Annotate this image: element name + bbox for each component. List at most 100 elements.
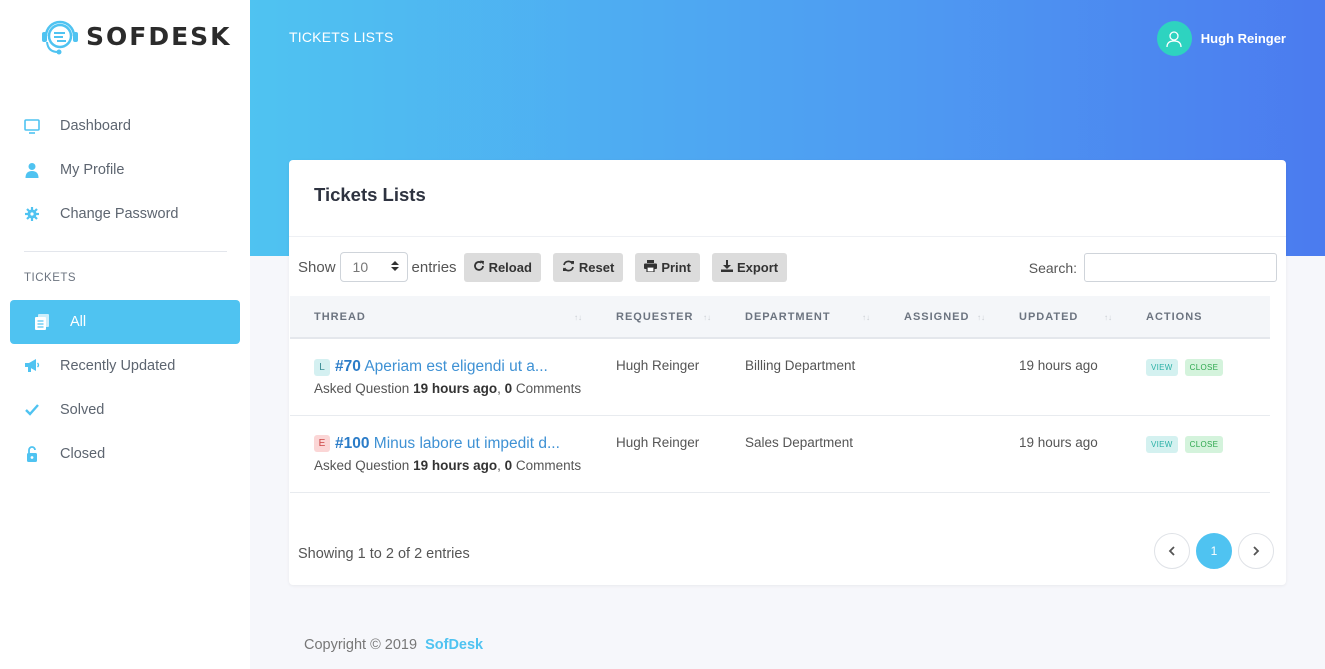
card-title: Tickets Lists [314,184,426,205]
brand-name: SOFDESK [86,21,232,51]
column-header-department[interactable]: DEPARTMENT ↑↓ [721,296,880,339]
updown-icon [390,259,399,275]
actions-cell: VIEW CLOSE [1122,338,1270,416]
nav-label: Dashboard [60,118,131,134]
nav-label: Closed [60,446,106,462]
tickets-card: Tickets Lists Show 10 entries Reload Res… [289,160,1286,585]
requester-cell: Hugh Reinger [592,415,721,493]
nav-label: Recently Updated [60,358,176,374]
print-button[interactable]: Print [635,252,700,282]
search-label: Search: [1028,259,1077,276]
sort-icon: ↑↓ [977,313,985,322]
card-divider [289,236,1286,237]
avatar [1156,21,1192,56]
user-icon [24,162,40,178]
user-menu[interactable]: Hugh Reinger [1156,21,1286,56]
actions-cell: VIEW CLOSE [1122,415,1270,493]
thread-cell: L #70 Aperiam est eligendi ut a... Asked… [290,338,592,416]
ticket-link[interactable]: #100 Minus labore ut impedit d... [335,435,560,453]
assigned-cell [880,415,995,493]
ticket-letter-badge: L [314,358,330,376]
sort-icon: ↑↓ [862,313,870,322]
download-icon [720,259,733,275]
assigned-cell [880,338,995,416]
nav-item-my-profile[interactable]: My Profile [0,148,250,192]
ticket-meta: Asked Question 19 hours ago, 0 Comments [314,457,582,473]
column-header-thread[interactable]: THREAD ↑↓ [290,296,592,339]
close-button[interactable]: CLOSE [1184,359,1224,376]
user-name: Hugh Reinger [1200,31,1286,46]
entries-label: entries [411,258,457,276]
nav-label: Change Password [60,206,179,222]
sort-icon: ↑↓ [703,313,711,322]
column-header-actions: ACTIONS [1122,296,1270,339]
export-button[interactable]: Export [711,252,788,282]
sort-icon: ↑↓ [1104,313,1112,322]
footer-brand-link[interactable]: SofDesk [425,637,483,653]
column-header-requester[interactable]: REQUESTER ↑↓ [592,296,721,339]
copyright-text: Copyright © 2019 [304,637,418,653]
requester-cell: Hugh Reinger [592,338,721,416]
check-icon [24,402,40,418]
pagination-info: Showing 1 to 2 of 2 entries [298,546,470,562]
pagination: 1 [1148,533,1274,569]
column-header-assigned[interactable]: ASSIGNED ↑↓ [880,296,995,339]
previous-page-button[interactable] [1154,533,1190,569]
updated-cell: 19 hours ago [995,338,1122,416]
nav-item-change-password[interactable]: Change Password [0,192,250,236]
tickets-table: THREAD ↑↓ REQUESTER ↑↓ DEPARTMENT ↑↓ ASSIGN… [290,296,1270,493]
reset-button[interactable]: Reset [552,252,624,282]
reload-icon [473,259,485,275]
gear-icon [24,206,40,222]
nav-label: All [70,314,87,330]
nav-section-title: TICKETS [24,272,77,284]
view-button[interactable]: VIEW [1146,359,1178,376]
updated-cell: 19 hours ago [995,415,1122,493]
nav-item-recently-updated[interactable]: Recently Updated [0,344,250,388]
logo[interactable]: SOFDESK [38,14,232,58]
nav-item-all[interactable]: All [10,300,240,344]
page-title: TICKETS LISTS [289,29,394,45]
search-input[interactable] [1084,253,1277,282]
nav-item-solved[interactable]: Solved [0,388,250,432]
headset-logo-icon [38,14,82,58]
ticket-meta: Asked Question 19 hours ago, 0 Comments [314,381,582,396]
document-icon [34,314,50,330]
refresh-icon [562,259,575,275]
sort-icon: ↑↓ [574,313,582,322]
reset-label: Reset [578,259,615,275]
reload-label: Reload [488,259,532,275]
nav-item-dashboard[interactable]: Dashboard [0,104,250,148]
unlock-icon [24,446,40,462]
chevron-right-icon [1253,546,1260,556]
ticket-link[interactable]: #70 Aperiam est eligendi ut a... [335,358,548,376]
sidebar: SOFDESK Dashboard My Profile Change Pass… [0,0,250,669]
department-cell: Billing Department [721,338,880,416]
thread-cell: E #100 Minus labore ut impedit d... Aske… [290,415,592,493]
ticket-letter-badge: E [314,435,330,452]
close-button[interactable]: CLOSE [1184,435,1224,453]
department-cell: Sales Department [721,415,880,493]
print-label: Print [661,259,691,275]
reload-button[interactable]: Reload [463,252,541,282]
entries-value: 10 [352,259,369,275]
user-outline-icon [1166,30,1182,47]
footer: Copyright © 2019 SofDesk [304,637,483,653]
nav-item-closed[interactable]: Closed [0,432,250,476]
tickets-nav: All Recently Updated Solved Closed [0,300,250,476]
entries-select[interactable]: 10 [339,252,408,282]
monitor-icon [24,118,40,134]
export-label: Export [736,259,779,275]
show-label: Show [298,258,336,276]
nav-label: Solved [60,402,105,418]
next-page-button[interactable] [1238,533,1274,569]
column-header-updated[interactable]: UPDATED ↑↓ [995,296,1122,339]
print-icon [644,259,658,275]
page-button-current[interactable]: 1 [1196,533,1232,569]
nav-label: My Profile [60,162,125,178]
chevron-left-icon [1168,546,1175,556]
table-header-row: THREAD ↑↓ REQUESTER ↑↓ DEPARTMENT ↑↓ ASSIGN… [290,296,1270,339]
table-row: E #100 Minus labore ut impedit d... Aske… [290,415,1270,493]
search-box: Search: [1029,253,1277,282]
view-button[interactable]: VIEW [1146,435,1178,453]
